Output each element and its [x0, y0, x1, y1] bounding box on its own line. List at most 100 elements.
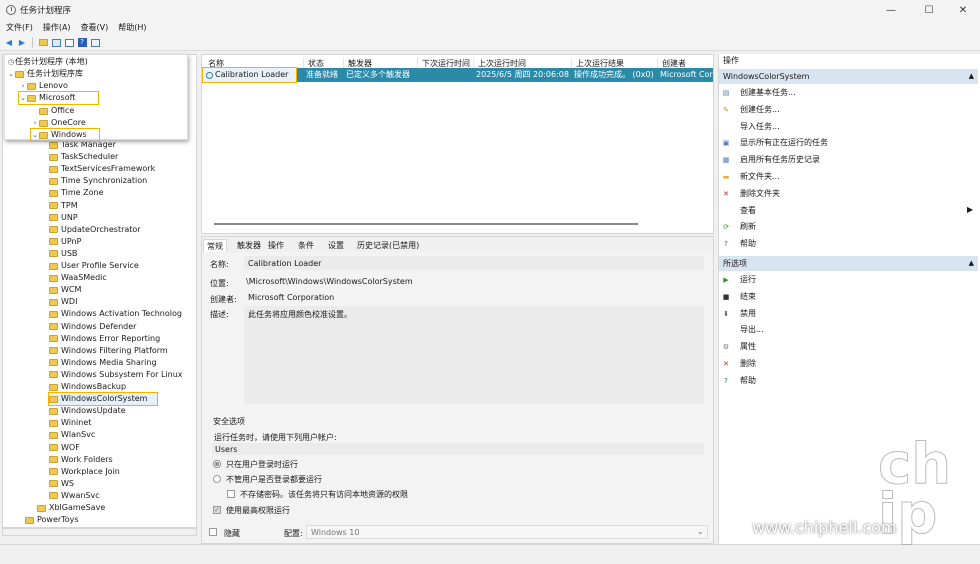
tree-item-office[interactable]: Office [39, 105, 74, 117]
tree-item[interactable]: User Profile Service [49, 260, 139, 272]
action-item[interactable]: ⟳ 刷新 [722, 221, 756, 233]
action-item-label: 创建任务... [740, 104, 780, 114]
location-label: 位置: [210, 279, 229, 288]
task-trigger: 已定义多个触发器 [346, 70, 410, 79]
tree-item[interactable]: PowerToys [25, 514, 79, 526]
actions-section-folder[interactable]: WindowsColorSystem ▲ [719, 69, 978, 84]
tree-item[interactable]: Windows Filtering Platform [49, 345, 168, 357]
tab-actions[interactable]: 操作 [265, 239, 287, 252]
tree-item-label: Lenovo [39, 81, 68, 90]
tab-general[interactable]: 常规 [203, 239, 227, 252]
task-name-cell[interactable]: Calibration Loader [202, 67, 297, 83]
tab-conditions[interactable]: 条件 [295, 239, 317, 252]
tree-item[interactable]: TaskScheduler [49, 151, 118, 163]
action-item[interactable]: 导出... [722, 324, 764, 336]
tree-item[interactable]: Windows Activation Technolog [49, 308, 182, 320]
action-item[interactable]: ? 帮助 [722, 375, 756, 387]
tree-item-label: WindowsUpdate [61, 406, 126, 416]
action-item[interactable]: ? 帮助 [722, 238, 756, 250]
tree-horizontal-scrollbar[interactable] [2, 528, 197, 536]
tree-item[interactable]: WaaSMedic [49, 272, 107, 284]
help-icon: ? [724, 240, 728, 249]
tab-triggers[interactable]: 触发器 [234, 239, 264, 252]
tree-item[interactable]: Windows Media Sharing [49, 357, 157, 369]
radio-run-whether-logged-on[interactable] [213, 475, 221, 483]
action-item[interactable]: ✎ 创建任务... [722, 104, 780, 116]
tree-item[interactable]: WwanSvc [49, 490, 100, 502]
tree-item[interactable]: Work Folders [49, 454, 113, 466]
configure-for-select[interactable] [306, 525, 708, 539]
action-item[interactable]: ■ 结束 [722, 291, 756, 303]
tree-library[interactable]: ⌄ 任务计划程序库 [7, 68, 83, 80]
tree-item-windows[interactable]: ⌄ Windows [30, 128, 100, 142]
tree-item[interactable]: Windows Error Reporting [49, 333, 160, 345]
action-item[interactable]: ▣ 显示所有正在运行的任务 [722, 137, 828, 149]
run-as-field[interactable] [212, 443, 704, 455]
tree-item[interactable]: WCM [49, 284, 81, 296]
tree-item[interactable]: Windows Defender [49, 321, 136, 333]
maximize-button[interactable]: ☐ [910, 0, 948, 20]
chevron-right-icon: › [33, 119, 37, 127]
tree-item[interactable]: TextServicesFramework [49, 163, 155, 175]
menu-view[interactable]: 查看(V) [81, 22, 109, 33]
tree-item[interactable]: WS [49, 478, 74, 490]
checkbox-hidden[interactable] [209, 528, 217, 536]
tree-item[interactable]: Workplace Join [49, 466, 120, 478]
tree-item-label: UPnP [61, 236, 82, 246]
tree-item[interactable]: USB [49, 248, 77, 260]
action-item[interactable]: ⬇ 禁用 [722, 308, 756, 320]
tree-item[interactable]: Windows Subsystem For Linux [49, 369, 183, 381]
action-item[interactable]: 查看 [722, 205, 756, 217]
help-icon[interactable]: ? [77, 38, 87, 48]
task-list-scrollbar[interactable] [214, 223, 638, 225]
actions-section-selected[interactable]: 所选项 ▲ [719, 256, 978, 271]
action-item[interactable]: ✕ 删除文件夹 [722, 188, 780, 200]
minimize-button[interactable]: — [872, 0, 910, 20]
action-item[interactable]: ✕ 删除 [722, 358, 756, 370]
tree-item[interactable]: UPnP [49, 236, 81, 248]
tree-item[interactable]: WDI [49, 296, 77, 308]
tree-item[interactable]: WlanSvc [49, 429, 95, 441]
action-item-label: 禁用 [740, 308, 756, 318]
action-item[interactable]: 导入任务... [722, 121, 780, 133]
tab-settings[interactable]: 设置 [325, 239, 347, 252]
tree-item[interactable]: WindowsUpdate [49, 405, 126, 417]
forward-arrow-icon[interactable]: ▶ [17, 38, 27, 48]
action-item[interactable]: ▶ 运行 [722, 274, 756, 286]
tree-item-lenovo[interactable]: › Lenovo [19, 80, 68, 92]
tree-item-microsoft[interactable]: ⌄ Microsoft [18, 91, 99, 105]
tree-overlay-panel: ◷ 任务计划程序 (本地) ⌄ 任务计划程序库 › Lenovo ⌄ Micro… [4, 54, 188, 142]
tree-item[interactable]: Time Synchronization [49, 175, 147, 187]
menu-help[interactable]: 帮助(H) [118, 22, 146, 33]
action-item[interactable]: ⚙ 属性 [722, 341, 756, 353]
tree-item[interactable]: Wininet [49, 417, 91, 429]
menu-action[interactable]: 操作(A) [43, 22, 71, 33]
tree-item-onecore[interactable]: › OneCore [31, 117, 86, 129]
checkbox-highest-privileges[interactable]: ✓ [213, 506, 221, 514]
properties-icon[interactable] [64, 38, 74, 48]
location-value: \Microsoft\Windows\WindowsColorSystem [246, 277, 413, 286]
close-button[interactable]: ✕ [944, 0, 980, 20]
tree-item[interactable]: WindowsBackup [49, 381, 126, 393]
checkbox-do-not-store-password[interactable] [227, 490, 235, 498]
tree-item[interactable]: UpdateOrchestrator [49, 224, 141, 236]
view-pane-icon[interactable] [90, 38, 100, 48]
tree-item[interactable]: XblGameSave [37, 502, 105, 514]
tree-item[interactable]: Time Zone [49, 187, 104, 199]
tree-root[interactable]: ◷ 任务计划程序 (本地) [7, 56, 88, 68]
show-tree-icon[interactable] [51, 38, 61, 48]
action-item[interactable]: ▬ 新文件夹... [722, 171, 780, 183]
up-folder-icon[interactable] [38, 38, 48, 48]
table-row[interactable]: Calibration Loader 准备就绪 已定义多个触发器 2025/6/… [202, 67, 713, 83]
tree-item[interactable]: WindowsColorSystem [48, 392, 158, 407]
tree-item[interactable]: WOF [49, 442, 80, 454]
menu-file[interactable]: 文件(F) [6, 22, 33, 33]
tree-item[interactable]: TPM [49, 200, 78, 212]
action-item[interactable]: ▦ 启用所有任务历史记录 [722, 154, 820, 166]
tree-item[interactable]: UNP [49, 212, 78, 224]
back-arrow-icon[interactable]: ◀ [4, 38, 14, 48]
description-field[interactable] [244, 306, 704, 404]
action-item-label: 删除 [740, 359, 756, 368]
action-item[interactable]: ▤ 创建基本任务... [722, 87, 796, 99]
tab-history[interactable]: 历史记录(已禁用) [354, 239, 422, 252]
